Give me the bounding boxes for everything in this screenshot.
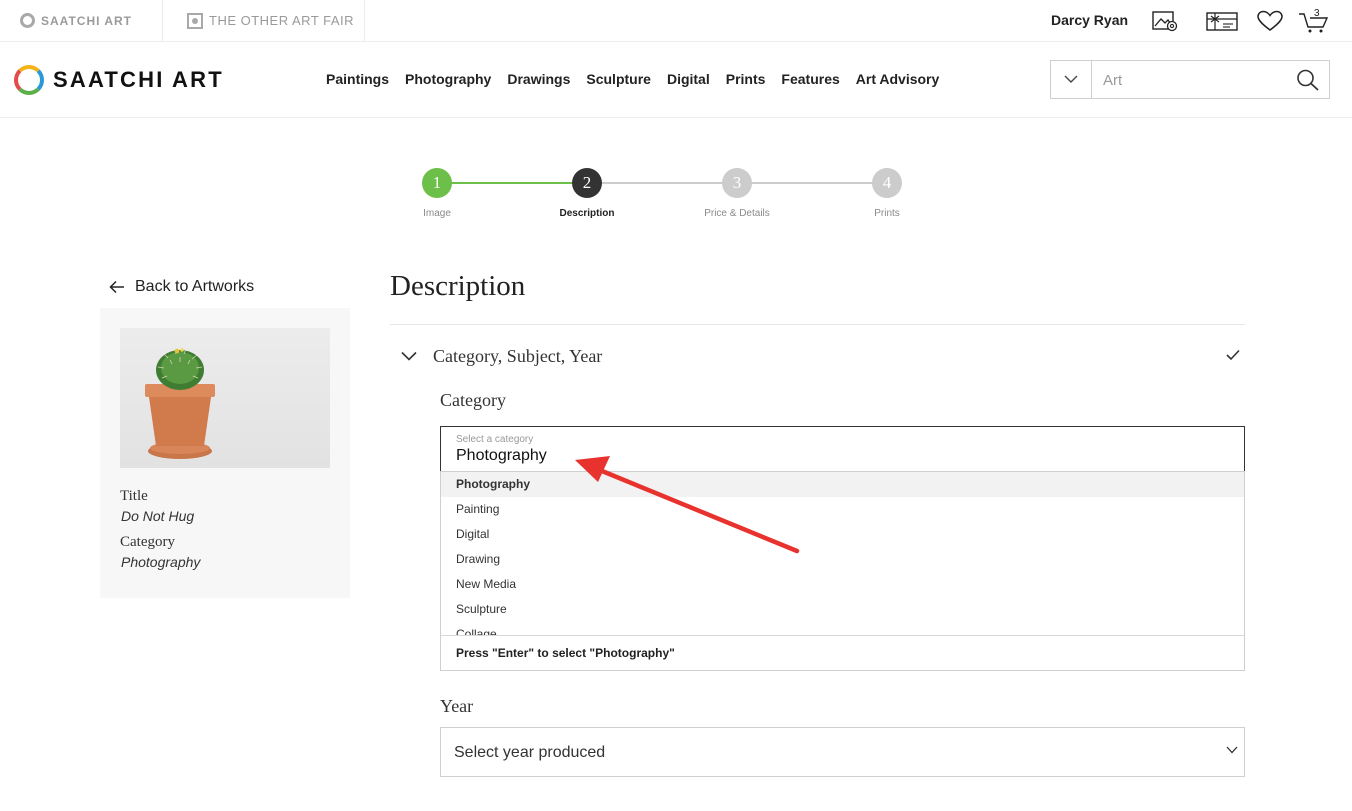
year-field-label: Year xyxy=(440,696,474,716)
heart-icon[interactable] xyxy=(1256,9,1284,33)
category-select[interactable]: Select a category Photography xyxy=(440,426,1245,472)
logo-text: SAATCHI ART xyxy=(53,67,224,92)
chevron-down-icon xyxy=(1226,746,1238,754)
cactus-pot-image xyxy=(145,348,215,459)
search-input[interactable] xyxy=(1103,69,1283,91)
category-option-sculpture[interactable]: Sculpture xyxy=(441,597,1244,622)
card-title-label: Title xyxy=(120,488,148,504)
step-3-label: Price & Details xyxy=(704,208,770,219)
artwork-thumbnail xyxy=(120,328,330,468)
saatchi-ring-icon xyxy=(20,13,35,28)
gift-card-icon[interactable] xyxy=(1206,9,1238,33)
category-option-collage[interactable]: Collage xyxy=(441,622,1244,635)
chevron-down-icon[interactable] xyxy=(401,351,417,361)
category-subject-year-section-header[interactable]: Category, Subject, Year xyxy=(390,340,1245,374)
category-option-photography[interactable]: Photography xyxy=(441,472,1244,497)
artwork-settings-icon[interactable] xyxy=(1151,9,1179,33)
category-options-list[interactable]: Photography Painting Digital Drawing New… xyxy=(441,472,1244,635)
back-to-artworks-label: Back to Artworks xyxy=(135,278,255,295)
step-2-label: Description xyxy=(559,208,615,219)
step-1-label: Image xyxy=(423,208,451,219)
step-connector-1 xyxy=(437,182,587,184)
section-title: Category, Subject, Year xyxy=(433,346,603,366)
cart-count: 3 xyxy=(1314,8,1320,19)
nav-link-photography[interactable]: Photography xyxy=(405,71,491,87)
main-navigation: SAATCHI ART Paintings Photography Drawin… xyxy=(0,42,1352,118)
page-title: Description xyxy=(390,270,526,302)
saatchi-art-logo[interactable]: SAATCHI ART xyxy=(14,65,224,95)
nav-link-digital[interactable]: Digital xyxy=(667,71,710,87)
step-4-circle[interactable]: 4 xyxy=(872,168,902,198)
user-name[interactable]: Darcy Ryan xyxy=(1051,12,1128,28)
nav-link-paintings[interactable]: Paintings xyxy=(326,71,389,87)
step-2-circle[interactable]: 2 xyxy=(572,168,602,198)
nav-link-art-advisory[interactable]: Art Advisory xyxy=(856,71,940,87)
other-art-fair-tab-label: THE OTHER ART FAIR xyxy=(209,13,355,28)
back-to-artworks-link[interactable]: Back to Artworks xyxy=(109,278,254,296)
step-3-circle[interactable]: 3 xyxy=(722,168,752,198)
top-utility-bar: SAATCHI ART THE OTHER ART FAIR Darcy Rya… xyxy=(0,0,1352,42)
step-connector-2 xyxy=(587,182,737,184)
nav-link-features[interactable]: Features xyxy=(781,71,839,87)
year-select[interactable]: Select year produced xyxy=(440,727,1245,777)
category-option-digital[interactable]: Digital xyxy=(441,522,1244,547)
arrow-left-icon xyxy=(109,280,124,294)
saatchi-art-tab-label: SAATCHI ART xyxy=(41,13,132,28)
nav-link-drawings[interactable]: Drawings xyxy=(507,71,570,87)
card-category-value: Photography xyxy=(121,554,201,570)
saatchi-art-tab[interactable]: SAATCHI ART xyxy=(0,0,163,41)
category-option-drawing[interactable]: Drawing xyxy=(441,547,1244,572)
search-icon[interactable] xyxy=(1296,69,1320,91)
section-divider xyxy=(390,324,1245,325)
logo-ring-icon xyxy=(14,65,44,95)
checkmark-icon xyxy=(1226,349,1240,361)
artwork-summary-card: Title Do Not Hug Category Photography xyxy=(100,308,350,598)
step-4-label: Prints xyxy=(874,208,900,219)
step-1-circle[interactable]: 1 xyxy=(422,168,452,198)
chevron-down-icon xyxy=(1064,75,1078,83)
year-select-placeholder: Select year produced xyxy=(454,744,606,761)
category-option-painting[interactable]: Painting xyxy=(441,497,1244,522)
card-category-label: Category xyxy=(120,534,175,550)
category-field-label: Category xyxy=(440,390,506,410)
nav-link-prints[interactable]: Prints xyxy=(726,71,766,87)
category-option-new-media[interactable]: New Media xyxy=(441,572,1244,597)
category-select-placeholder: Select a category xyxy=(456,434,534,445)
other-art-fair-tab[interactable]: THE OTHER ART FAIR xyxy=(163,0,365,41)
step-connector-3 xyxy=(737,182,887,184)
nav-link-sculpture[interactable]: Sculpture xyxy=(586,71,651,87)
enter-select-hint[interactable]: Press "Enter" to select "Photography" xyxy=(441,635,1244,670)
other-art-fair-icon xyxy=(187,12,203,29)
category-select-value: Photography xyxy=(456,447,547,464)
search-bar xyxy=(1050,60,1330,99)
card-title-value: Do Not Hug xyxy=(121,508,195,524)
nav-links: Paintings Photography Drawings Sculpture… xyxy=(326,71,955,87)
category-dropdown-menu: Photography Painting Digital Drawing New… xyxy=(440,471,1245,671)
search-scope-dropdown[interactable] xyxy=(1051,61,1092,98)
